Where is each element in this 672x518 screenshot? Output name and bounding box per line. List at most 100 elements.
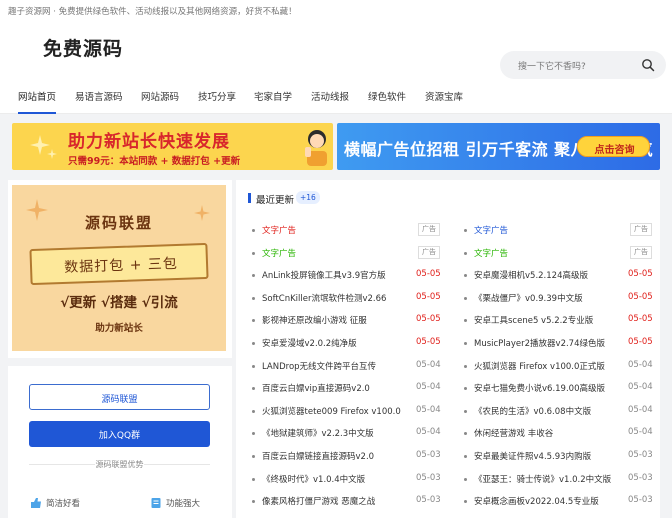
article-link[interactable]: SoftCnKiller流氓软件检测v2.66: [262, 292, 386, 304]
article-link[interactable]: 火狐浏览器tete009 Firefox v100.0: [262, 405, 401, 417]
article-link[interactable]: 安卓工具scene5 v5.2.2专业版: [474, 314, 593, 326]
list-item[interactable]: 像素风格打僵尸游戏 恶魔之战 05-03: [252, 491, 446, 513]
article-link[interactable]: 火狐浏览器 Firefox v100.0正式版: [474, 360, 605, 372]
announcement-text: 趣子资源网 · 免费提供绿色软件、活动线报以及其他网络资源，好货不私藏！: [8, 7, 297, 17]
nav-item-deals[interactable]: 活动线报: [311, 84, 349, 114]
ad-list-item[interactable]: 文字广告 广告: [464, 243, 658, 265]
article-link[interactable]: AnLink投屏镜像工具v3.9官方版: [262, 269, 386, 281]
article-link[interactable]: 百度云白嫖vip直接源码v2.0: [262, 382, 370, 394]
bullet-dot: [252, 409, 255, 413]
thumbs-up-icon: [305, 130, 327, 166]
article-link[interactable]: 百度云白嫖链接直接源码v2.0: [262, 450, 374, 462]
list-item[interactable]: MusicPlayer2播放器v2.74绿色版 05-05: [464, 333, 658, 355]
list-item[interactable]: 百度云白嫖链接直接源码v2.0 05-03: [252, 446, 446, 468]
site-logo[interactable]: 免费源码: [43, 34, 123, 61]
nav-item-web-source[interactable]: 网站源码: [141, 84, 179, 114]
ad-list-item[interactable]: 文字广告 广告: [464, 220, 658, 242]
list-item[interactable]: 火狐浏览器tete009 Firefox v100.0 05-04: [252, 401, 446, 423]
list-item[interactable]: 《终极时代》v1.0.4中文版 05-03: [252, 469, 446, 491]
list-item[interactable]: 《地狱建筑师》v2.2.3中文版 05-04: [252, 423, 446, 445]
list-item[interactable]: 安卓最美证件照v4.5.93内购版 05-03: [464, 446, 658, 468]
article-link[interactable]: 《亚瑟王：骑士传说》v1.0.2中文版: [474, 473, 611, 485]
ad-link[interactable]: 文字广告: [474, 247, 508, 259]
article-link[interactable]: 影视神还原改编小游戏 征服: [262, 314, 367, 326]
bullet-dot: [252, 500, 255, 504]
bullet-dot: [464, 387, 467, 391]
item-date: 05-04: [628, 359, 653, 370]
list-item[interactable]: SoftCnKiller流氓软件检测v2.66 05-05: [252, 288, 446, 310]
banner-right-ad[interactable]: 横幅广告位招租 引万千客流 聚八方之财气 点击咨询: [337, 123, 660, 170]
bullet-dot: [464, 500, 467, 504]
site-header: 免费源码 搜一下它不香吗?: [0, 22, 672, 84]
search-icon[interactable]: [641, 58, 655, 72]
list-item[interactable]: 安卓爱漫域v2.0.2纯净版 05-05: [252, 333, 446, 355]
latest-updates-header: 最近更新 +16: [236, 180, 660, 213]
banner-left-ad[interactable]: 助力新站长快速发展 只需99元：本站同款 + 数据打包 +更新: [12, 123, 333, 170]
list-item[interactable]: 安卓工具scene5 v5.2.2专业版 05-05: [464, 310, 658, 332]
article-link[interactable]: 休闲经营游戏 丰收谷: [474, 427, 553, 439]
bullet-dot: [464, 455, 467, 458]
nav-item-home[interactable]: 网站首页: [18, 84, 57, 114]
promo-poster[interactable]: 源码联盟 数据打包 + 三包 √更新 √搭建 √引流 助力新站长: [12, 185, 226, 351]
item-date: 05-05: [628, 269, 653, 280]
ad-list-item[interactable]: 文字广告 广告: [252, 243, 446, 265]
nav-item-self-study[interactable]: 宅家自学: [254, 84, 292, 114]
bullet-dot: [464, 296, 467, 300]
article-link[interactable]: LANDrop无线文件跨平台互传: [262, 360, 376, 372]
article-link[interactable]: 安卓爱漫域v2.0.2纯净版: [262, 337, 357, 349]
list-item[interactable]: 《农民的生活》v0.6.08中文版 05-04: [464, 401, 658, 423]
bullet-dot: [464, 229, 467, 232]
bullet-dot: [252, 319, 255, 323]
article-link[interactable]: 《地狱建筑师》v2.2.3中文版: [262, 427, 374, 439]
ad-list-item[interactable]: 文字广告 广告: [252, 220, 446, 242]
article-link[interactable]: 像素风格打僵尸游戏 恶魔之战: [262, 495, 375, 507]
bullet-dot: [252, 387, 255, 391]
ad-link[interactable]: 文字广告: [262, 247, 296, 259]
list-item[interactable]: 安卓概念画板v2022.04.5专业版 05-03: [464, 491, 658, 513]
list-item[interactable]: 《栗战僵尸》v0.9.39中文版 05-05: [464, 288, 658, 310]
join-qq-group-button[interactable]: 加入QQ群: [29, 421, 210, 447]
article-link[interactable]: 安卓魔漫相机v5.2.124高级版: [474, 269, 588, 281]
bullet-dot: [464, 251, 467, 255]
list-item[interactable]: 影视神还原改编小游戏 征服 05-05: [252, 310, 446, 332]
list-item[interactable]: 休闲经营游戏 丰收谷 05-04: [464, 423, 658, 445]
bullet-dot: [252, 251, 255, 255]
top-announcement-bar: 趣子资源网 · 免费提供绿色软件、活动线报以及其他网络资源，好货不私藏！: [0, 0, 672, 22]
search-box[interactable]: 搜一下它不香吗?: [500, 51, 666, 79]
article-link[interactable]: 安卓概念画板v2022.04.5专业版: [474, 495, 599, 507]
article-link[interactable]: 安卓最美证件照v4.5.93内购版: [474, 450, 591, 462]
item-date: 05-03: [628, 472, 653, 483]
poster-title: 源码联盟: [84, 214, 153, 232]
article-link[interactable]: 《农民的生活》v0.6.08中文版: [474, 405, 591, 417]
main-nav: 网站首页 易语言源码 网站源码 技巧分享 宅家自学 活动线报 绿色软件 资源宝库: [0, 84, 672, 114]
list-item[interactable]: 安卓魔漫相机v5.2.124高级版 05-05: [464, 265, 658, 287]
nav-item-green-software[interactable]: 绿色软件: [368, 84, 406, 114]
consult-button[interactable]: 点击咨询: [577, 136, 650, 157]
bullet-dot: [252, 477, 255, 481]
promo-poster-card: 源码联盟 数据打包 + 三包 √更新 √搭建 √引流 助力新站长: [8, 180, 232, 358]
list-item[interactable]: 《亚瑟王：骑士传说》v1.0.2中文版 05-03: [464, 469, 658, 491]
list-item[interactable]: 火狐浏览器 Firefox v100.0正式版 05-04: [464, 356, 658, 378]
list-item[interactable]: LANDrop无线文件跨平台互传 05-04: [252, 356, 446, 378]
list-item[interactable]: AnLink投屏镜像工具v3.9官方版 05-05: [252, 265, 446, 287]
list-item[interactable]: 安卓七猫免费小说v6.19.00高级版 05-04: [464, 378, 658, 400]
search-input[interactable]: 搜一下它不香吗?: [518, 59, 586, 72]
article-link[interactable]: MusicPlayer2播放器v2.74绿色版: [474, 337, 605, 349]
ad-link[interactable]: 文字广告: [262, 224, 296, 236]
nav-item-e-lang-source[interactable]: 易语言源码: [75, 84, 123, 114]
item-date: 05-03: [416, 495, 441, 506]
bullet-dot: [252, 455, 255, 458]
list-item[interactable]: 百度云白嫖vip直接源码v2.0 05-04: [252, 378, 446, 400]
latest-updates-title: 最近更新: [256, 195, 295, 206]
article-link[interactable]: 《栗战僵尸》v0.9.39中文版: [474, 292, 583, 304]
item-date: 05-05: [628, 314, 653, 325]
nav-item-tips[interactable]: 技巧分享: [198, 84, 236, 114]
sidebar-actions-card: 源码联盟 加入QQ群 源码联盟优势 简洁好看 功能强大: [8, 366, 232, 518]
source-alliance-button[interactable]: 源码联盟: [29, 384, 210, 410]
nav-item-resources[interactable]: 资源宝库: [425, 84, 463, 114]
ad-link[interactable]: 文字广告: [474, 224, 508, 236]
item-date: 05-03: [628, 450, 653, 460]
article-link[interactable]: 安卓七猫免费小说v6.19.00高级版: [474, 382, 605, 394]
item-date: 05-04: [628, 404, 653, 415]
article-link[interactable]: 《终极时代》v1.0.4中文版: [262, 473, 365, 485]
